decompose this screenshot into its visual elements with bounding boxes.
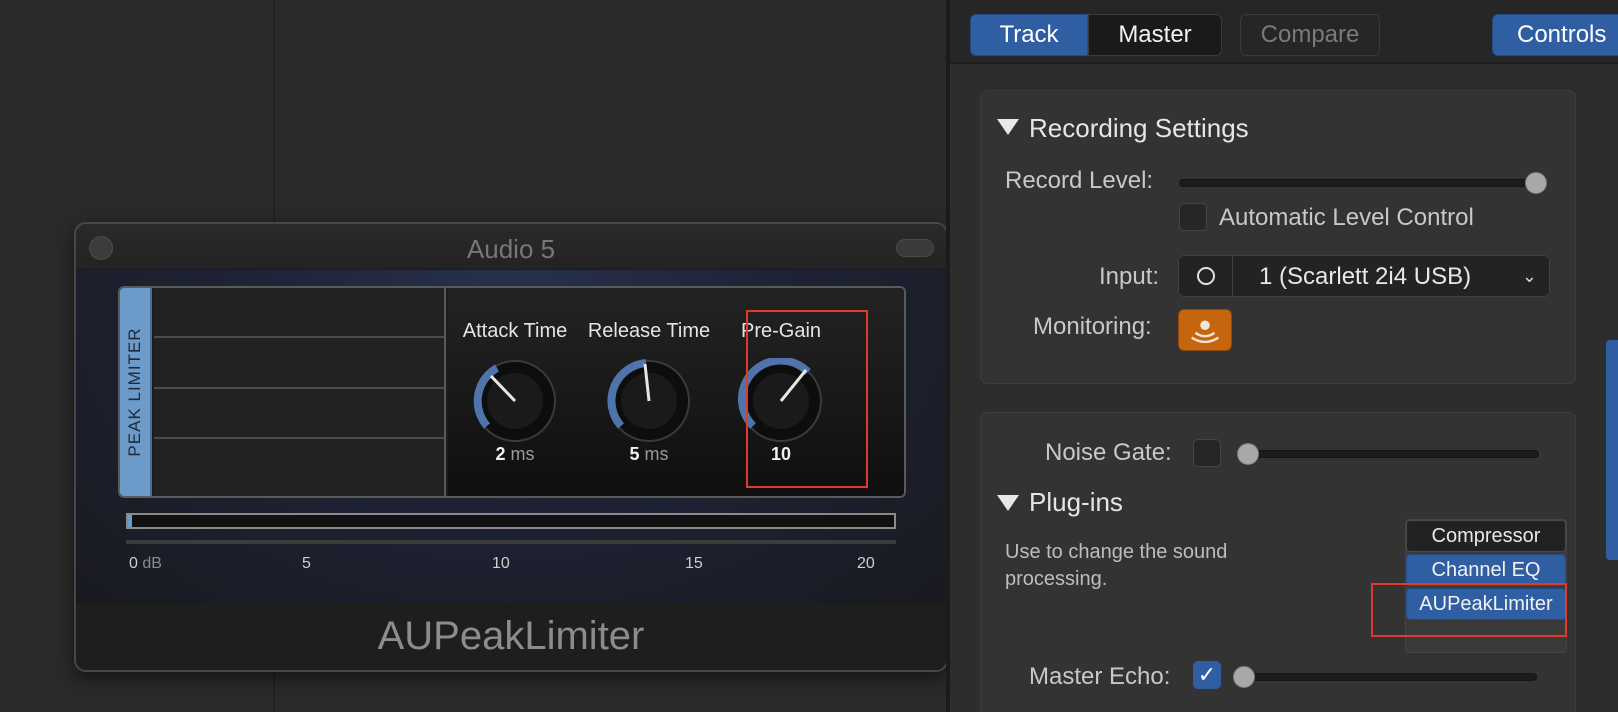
track-tab[interactable]: Track bbox=[970, 14, 1088, 56]
graph-area bbox=[154, 288, 446, 496]
knob-area: Attack Time 2 ms Release Time 5 ms Pre-G… bbox=[448, 288, 904, 496]
plugin-slot-channel-eq[interactable]: Channel EQ bbox=[1406, 554, 1566, 586]
scale-label-20: 20 bbox=[857, 555, 875, 572]
mono-ring-icon bbox=[1196, 267, 1215, 285]
stage: Audio 5 AUPeakLimiter PEAK LIMITER Attac… bbox=[0, 0, 1618, 712]
recording-settings-title: Recording Settings bbox=[1029, 113, 1249, 143]
noise-gate-slider[interactable] bbox=[1239, 450, 1539, 458]
scale-label-5: 5 bbox=[302, 555, 311, 572]
window-toolbar-toggle-button[interactable] bbox=[896, 239, 934, 257]
release-time-control: Release Time 5 ms bbox=[582, 288, 716, 496]
automatic-level-control-label: Automatic Level Control bbox=[1219, 204, 1474, 231]
monitoring-icon bbox=[1191, 320, 1219, 344]
record-level-thumb[interactable] bbox=[1525, 172, 1547, 194]
noise-gate-thumb[interactable] bbox=[1237, 443, 1259, 465]
pre-gain-knob[interactable] bbox=[738, 358, 824, 444]
master-echo-thumb[interactable] bbox=[1233, 666, 1255, 688]
attack-time-control: Attack Time 2 ms bbox=[448, 288, 582, 496]
meter-fill bbox=[128, 515, 132, 527]
panel-strip: PEAK LIMITER bbox=[120, 288, 152, 496]
meter-scale-line bbox=[126, 540, 896, 544]
scale-label-15: 15 bbox=[685, 555, 703, 572]
graph-gridline bbox=[154, 437, 444, 439]
peak-limiter-panel: PEAK LIMITER Attack Time 2 ms Release Ti… bbox=[118, 286, 906, 498]
automatic-level-control-checkbox[interactable] bbox=[1179, 203, 1207, 231]
noise-gate-label: Noise Gate: bbox=[1045, 439, 1172, 466]
master-echo-label: Master Echo: bbox=[1029, 663, 1171, 690]
pre-gain-control: Pre-Gain 10 bbox=[714, 288, 848, 496]
release-time-knob[interactable] bbox=[606, 358, 692, 444]
smart-controls-toolbar: Track Master Compare Controls bbox=[950, 0, 1618, 64]
plugin-slot-list: Compressor Channel EQ AUPeakLimiter bbox=[1405, 519, 1567, 653]
master-echo-checkbox[interactable]: ✓ bbox=[1193, 661, 1221, 689]
window-title: Audio 5 bbox=[466, 234, 556, 264]
plugins-section: Noise Gate: Plug-ins Use to change the s… bbox=[980, 412, 1576, 712]
input-format-button[interactable] bbox=[1179, 256, 1233, 296]
disclosure-triangle-icon[interactable] bbox=[997, 119, 1019, 135]
smart-controls-panel: Track Master Compare Controls Recording … bbox=[950, 0, 1618, 712]
graph-gridline bbox=[154, 336, 444, 338]
record-level-slider[interactable] bbox=[1179, 179, 1539, 187]
chevron-down-icon: ⌄ bbox=[1521, 266, 1537, 286]
master-echo-slider[interactable] bbox=[1237, 673, 1537, 681]
knob-label: Pre-Gain bbox=[740, 320, 822, 342]
scale-label-10: 10 bbox=[492, 555, 510, 572]
monitoring-button[interactable] bbox=[1178, 309, 1232, 351]
input-select[interactable]: 1 (Scarlett 2i4 USB) ⌄ bbox=[1178, 255, 1550, 297]
master-tab[interactable]: Master bbox=[1088, 14, 1222, 56]
noise-gate-checkbox[interactable] bbox=[1193, 439, 1221, 467]
knob-label: Attack Time bbox=[462, 320, 568, 342]
controls-tab[interactable]: Controls bbox=[1492, 14, 1618, 56]
plugins-title: Plug-ins bbox=[1029, 487, 1123, 517]
recording-settings-section: Recording Settings Record Level: Automat… bbox=[980, 90, 1576, 384]
plugin-name-label: AUPeakLimiter bbox=[377, 614, 645, 658]
record-level-label: Record Level: bbox=[1005, 167, 1154, 194]
graph-gridline bbox=[154, 387, 444, 389]
input-label: Input: bbox=[1099, 263, 1160, 290]
disclosure-triangle-icon[interactable] bbox=[997, 495, 1019, 511]
compare-button[interactable]: Compare bbox=[1240, 14, 1380, 56]
plugin-slot-aupeaklimiter[interactable]: AUPeakLimiter bbox=[1406, 588, 1566, 620]
knob-label: Release Time bbox=[587, 320, 711, 342]
panel-label: PEAK LIMITER bbox=[125, 327, 144, 457]
knob-value: 2 ms bbox=[495, 444, 535, 464]
scale-label-0: 0 dB bbox=[129, 555, 162, 572]
knob-value: 5 ms bbox=[629, 444, 669, 464]
plugin-titlebar[interactable]: Audio 5 bbox=[76, 224, 946, 270]
monitoring-label: Monitoring: bbox=[1033, 313, 1152, 340]
attack-time-knob[interactable] bbox=[472, 358, 558, 444]
knob-value: 10 bbox=[770, 444, 792, 464]
gain-meter bbox=[126, 513, 896, 529]
plugin-slot-compressor[interactable]: Compressor bbox=[1406, 520, 1566, 552]
input-select-value: 1 (Scarlett 2i4 USB) bbox=[1259, 263, 1472, 290]
plugins-help-text: Use to change the sound processing. bbox=[1005, 541, 1228, 590]
plugin-footer: AUPeakLimiter bbox=[76, 604, 946, 670]
edge-strip bbox=[1606, 340, 1618, 560]
